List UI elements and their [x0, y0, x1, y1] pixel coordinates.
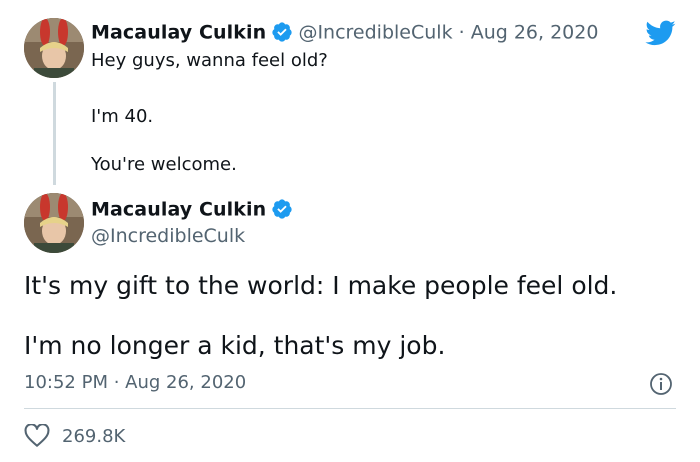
main-text-line-2: I'm no longer a kid, that's my job.	[24, 331, 446, 360]
tweet-timestamp[interactable]: 10:52 PM · Aug 26, 2020	[24, 372, 246, 393]
main-author-handle[interactable]: @IncredibleCulk	[91, 225, 245, 247]
thread-connector-line	[53, 82, 56, 185]
main-author-name[interactable]: Macaulay Culkin	[91, 199, 266, 221]
verified-badge-icon	[271, 198, 293, 224]
heart-icon	[24, 423, 52, 448]
tweet-divider	[24, 408, 676, 409]
info-icon[interactable]	[649, 372, 673, 400]
main-tweet-header: Macaulay Culkin	[91, 198, 293, 224]
reply-text-line-1: Hey guys, wanna feel old?	[91, 50, 328, 71]
reply-tweet-header: Macaulay Culkin @IncredibleCulk · Aug 26…	[91, 21, 598, 47]
reply-text-line-3: You're welcome.	[91, 154, 237, 175]
verified-badge-icon	[271, 21, 293, 47]
main-text-line-1: It's my gift to the world: I make people…	[24, 271, 618, 300]
main-author-avatar[interactable]	[24, 193, 84, 253]
reply-author-name[interactable]: Macaulay Culkin	[91, 22, 266, 44]
twitter-bird-icon[interactable]	[644, 19, 676, 51]
like-count: 269.8K	[62, 425, 126, 447]
like-button[interactable]: 269.8K	[24, 423, 126, 448]
reply-author-avatar[interactable]	[24, 18, 84, 78]
reply-handle-date[interactable]: @IncredibleCulk · Aug 26, 2020	[298, 22, 598, 44]
reply-text-line-2: I'm 40.	[91, 106, 154, 127]
